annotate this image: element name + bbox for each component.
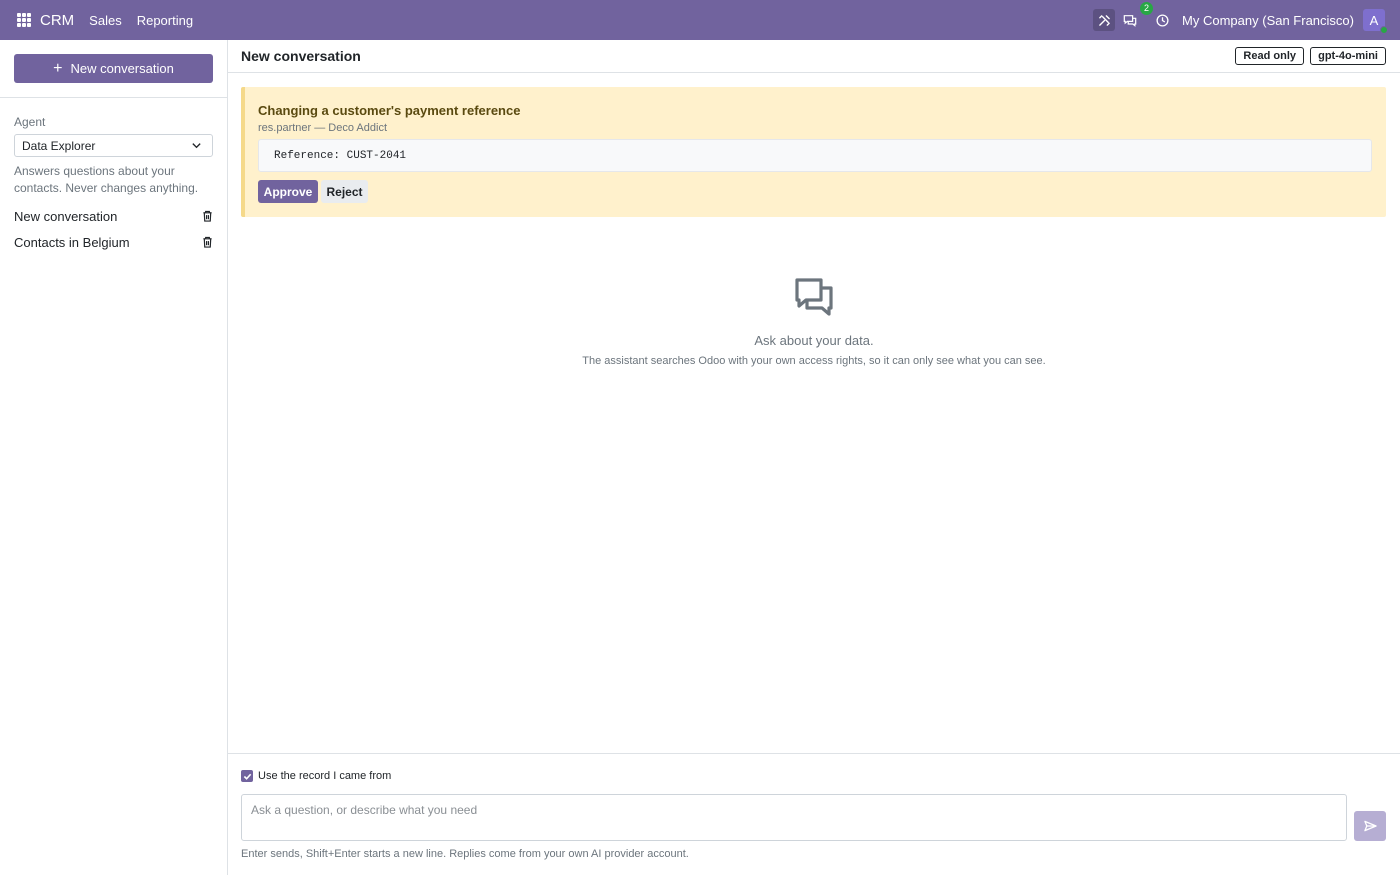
conversation-header: New conversation Read only gpt-4o-mini [228,40,1400,73]
approval-subtitle: res.partner — Deco Addict [258,122,388,134]
menu-reporting[interactable]: Reporting [137,13,193,28]
reject-button[interactable]: Reject [321,180,368,203]
conversation-item-label: New conversation [14,208,118,224]
approve-button[interactable]: Approve [258,180,318,203]
trash-icon[interactable] [202,210,213,222]
conversation-item[interactable]: Contacts in Belgium [14,232,213,252]
composer-divider [228,753,1400,754]
model-tag: gpt-4o-mini [1310,47,1386,65]
new-conversation-label: New conversation [70,61,174,76]
top-navbar: CRM Sales Reporting 2 My Company (San Fr… [0,0,1400,40]
app-grid-icon[interactable] [17,13,31,27]
new-conversation-button[interactable]: + New conversation [14,54,213,83]
messages-icon[interactable]: 2 [1119,2,1154,31]
sidebar-divider [0,97,227,98]
app-brand[interactable]: CRM [40,12,74,29]
presence-status-icon [1380,26,1388,34]
company-switcher[interactable]: My Company (San Francisco) [1182,13,1354,28]
message-input[interactable] [241,794,1347,841]
trash-icon[interactable] [202,236,213,248]
use-record-checkbox[interactable] [241,770,253,782]
chat-bubbles-icon [795,278,833,316]
conversation-item-label: Contacts in Belgium [14,234,130,250]
send-button[interactable] [1354,811,1386,841]
sidebar: + New conversation Agent Data Explorer A… [0,40,228,875]
approval-title: Changing a customer's payment reference [258,103,521,118]
composer-hint: Enter sends, Shift+Enter starts a new li… [241,848,689,860]
chevron-down-icon [192,143,201,149]
conversation-item[interactable]: New conversation [14,206,213,226]
agent-select[interactable]: Data Explorer [14,134,213,157]
agent-label: Agent [14,115,46,129]
empty-state-title: Ask about your data. [754,333,874,348]
page-title: New conversation [241,48,361,64]
agent-description: Answers questions about your contacts. N… [14,164,199,195]
menu-sales[interactable]: Sales [89,13,122,28]
approval-card: Changing a customer's payment reference … [241,87,1386,217]
user-avatar[interactable]: A [1363,9,1388,34]
read-only-tag: Read only [1235,47,1304,65]
plus-icon: + [53,59,63,77]
send-icon [1363,820,1377,832]
empty-state-description: The assistant searches Odoo with your ow… [582,355,1046,367]
avatar-initial: A [1369,12,1379,28]
agent-select-value: Data Explorer [22,138,96,153]
approval-code: Reference: CUST-2041 [258,139,1372,172]
use-record-label[interactable]: Use the record I came from [258,770,391,782]
debug-icon[interactable] [1093,9,1116,31]
clock-icon[interactable] [1151,9,1173,31]
checkmark-icon [243,773,251,780]
